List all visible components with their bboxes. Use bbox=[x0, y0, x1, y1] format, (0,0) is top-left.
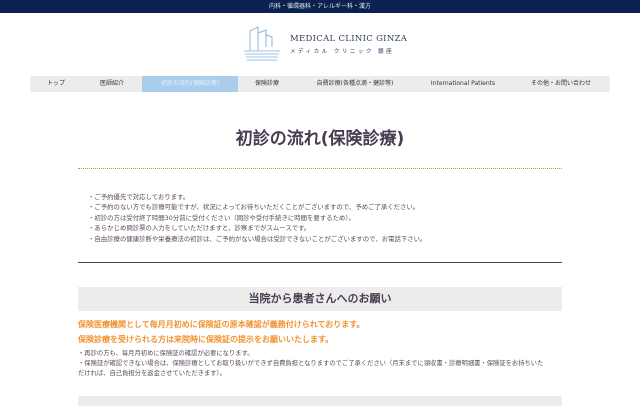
note-item: ・再診の方も、毎月月初めに保険証の確認が必要になります。 bbox=[78, 350, 254, 357]
highlight-line: 保険診療を受けられる方は来院時に保険証の提示をお願いいたします。 bbox=[78, 335, 334, 344]
list-item: ・自由診療の健康診断や栄養療法の初診は、ご予約がない場合は受診できないことがござ… bbox=[88, 234, 427, 243]
logo-name-jp: メディカル クリニック 銀座 bbox=[290, 48, 395, 55]
page-title: 初診の流れ(保険診療) bbox=[235, 129, 405, 149]
top-bar: 内科・循環器科・アレルギー科・漢方 bbox=[0, 0, 640, 13]
nav-contact[interactable]: その他・お問い合わせ bbox=[512, 76, 610, 92]
list-item: ・あらかじめ問診票の入力をしていただけますと、診察までがスムースです。 bbox=[88, 224, 311, 233]
note-item: ・保険証が確認できない場合は、保険診療としてお取り扱いができず自費負担となります… bbox=[78, 359, 544, 377]
list-item: ・ご予約優先で対応しております。 bbox=[88, 193, 190, 201]
highlight-notice: 保険医療機関として毎月月初めに保険証の原本確認が義務付けられております。 保険診… bbox=[78, 317, 364, 347]
next-section-heading bbox=[78, 396, 562, 406]
nav-international[interactable]: International Patients bbox=[414, 76, 512, 92]
section-heading: 当院から患者さんへのお願い bbox=[78, 287, 562, 311]
main-nav: トップ 医師紹介 初診の流れ(保険診療) 保険診療 自費診療(各種点滴・健診等)… bbox=[30, 76, 610, 92]
logo-name-en: MEDICAL CLINIC GINZA bbox=[290, 33, 408, 44]
list-item: ・初診の方は受付終了時間30分前に受付ください（問診や受付手続きに時間を要するた… bbox=[88, 213, 355, 222]
divider bbox=[78, 262, 562, 263]
list-item: ・ご予約のない方でも診療可能ですが、状況によってお待ちいただくことがございますの… bbox=[88, 203, 420, 212]
highlight-line: 保険医療機関として毎月月初めに保険証の原本確認が義務付けられております。 bbox=[78, 320, 365, 329]
nav-doctors[interactable]: 医師紹介 bbox=[82, 76, 142, 92]
visit-info-list: ・ご予約優先で対応しております。 ・ご予約のない方でも診療可能ですが、状況によっ… bbox=[88, 192, 426, 244]
nav-first-visit[interactable]: 初診の流れ(保険診療) bbox=[142, 76, 238, 92]
clinic-logo[interactable]: MEDICAL CLINIC GINZA メディカル クリニック 銀座 bbox=[240, 25, 407, 63]
nav-top[interactable]: トップ bbox=[30, 76, 82, 92]
dotted-divider bbox=[78, 168, 562, 169]
notes: ・再診の方も、毎月月初めに保険証の確認が必要になります。 ・保険証が確認できない… bbox=[78, 349, 548, 378]
building-logo-icon bbox=[244, 26, 280, 61]
nav-insurance[interactable]: 保険診療 bbox=[238, 76, 296, 92]
nav-self-pay[interactable]: 自費診療(各種点滴・健診等) bbox=[296, 76, 414, 92]
